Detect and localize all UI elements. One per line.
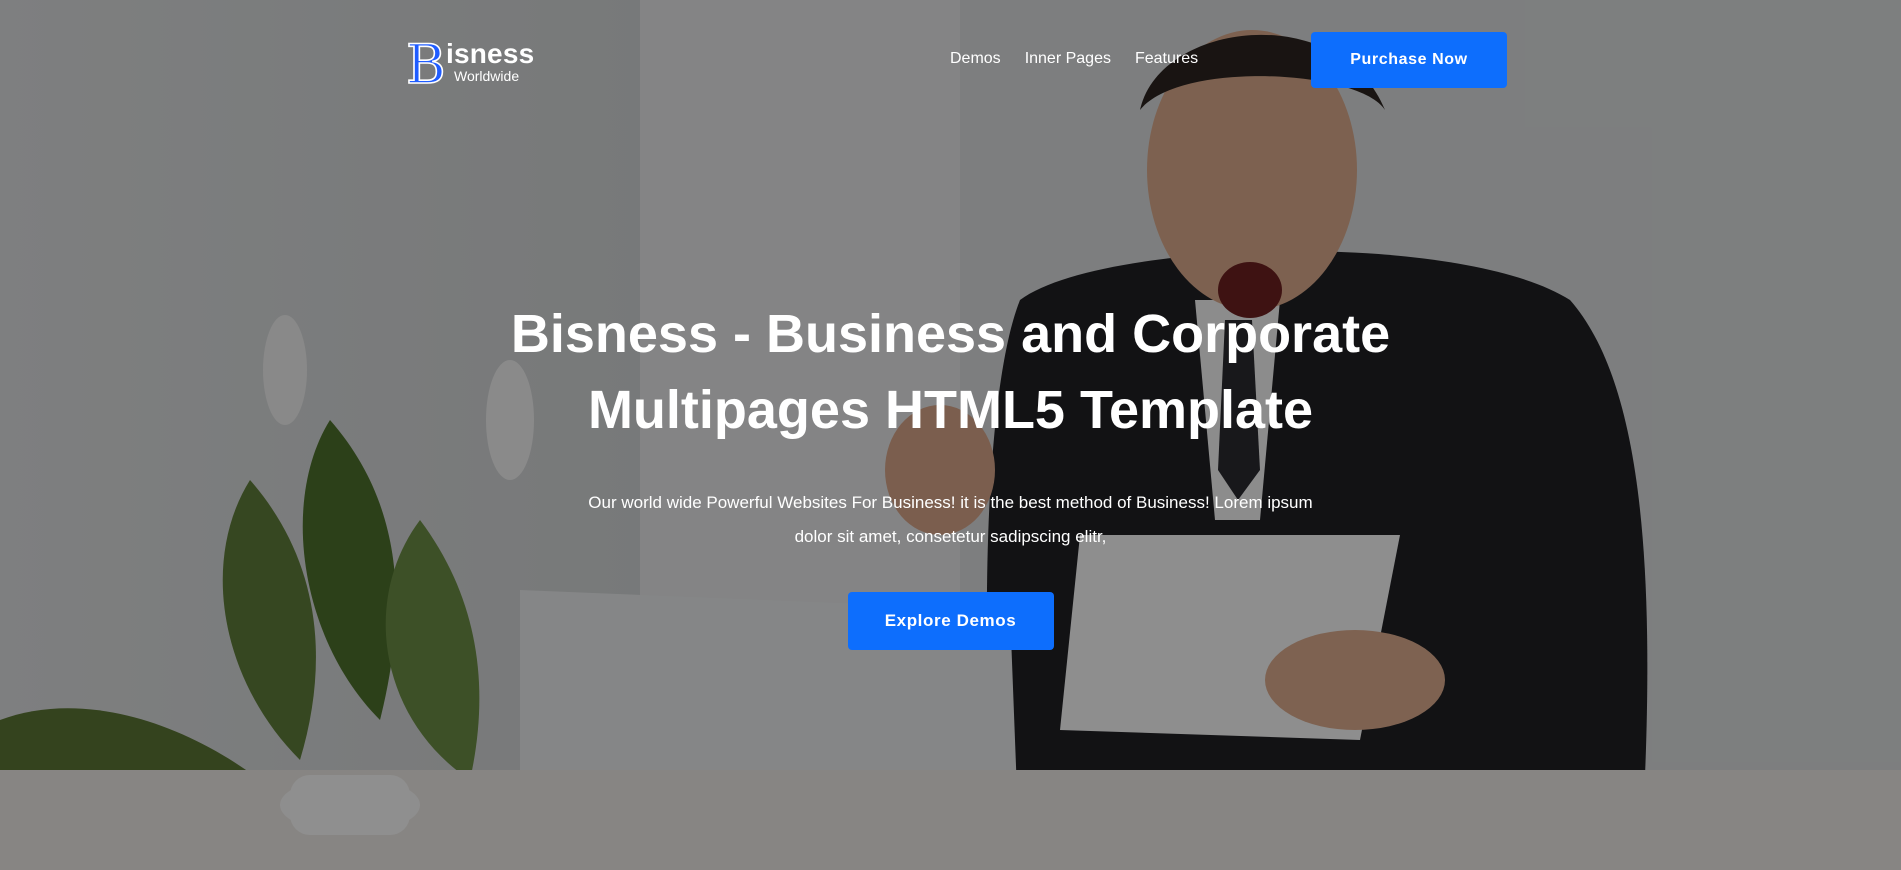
hero-description: Our world wide Powerful Websites For Bus… <box>588 493 1313 546</box>
hero-content: Bisness - Business and Corporate Multipa… <box>400 296 1501 650</box>
logo-title: isness <box>446 38 535 69</box>
hero-section: B isness Worldwide Demos Inner Pages Fea… <box>0 0 1901 870</box>
svg-text:B: B <box>406 37 444 87</box>
hero-title-line-2: Multipages HTML5 Template <box>587 380 1314 440</box>
nav-demos[interactable]: Demos <box>950 50 1001 68</box>
nav-inner-pages[interactable]: Inner Pages <box>1025 50 1111 68</box>
explore-demos-button[interactable]: Explore Demos <box>847 592 1054 650</box>
hero-title-line-1: Bisness - Business and Corporate <box>510 304 1391 364</box>
main-nav: Demos Inner Pages Features <box>950 50 1198 68</box>
logo-text: isness Worldwide <box>446 38 535 85</box>
logo-b-mark-icon: B <box>406 37 444 87</box>
hero-title: Bisness - Business and Corporate Multipa… <box>400 296 1501 448</box>
logo-subtitle: Worldwide <box>454 68 520 84</box>
site-header: B isness Worldwide Demos Inner Pages Fea… <box>0 0 1901 120</box>
purchase-now-button[interactable]: Purchase Now <box>1311 32 1507 88</box>
nav-features[interactable]: Features <box>1135 50 1198 68</box>
site-logo[interactable]: B isness Worldwide <box>406 36 546 88</box>
